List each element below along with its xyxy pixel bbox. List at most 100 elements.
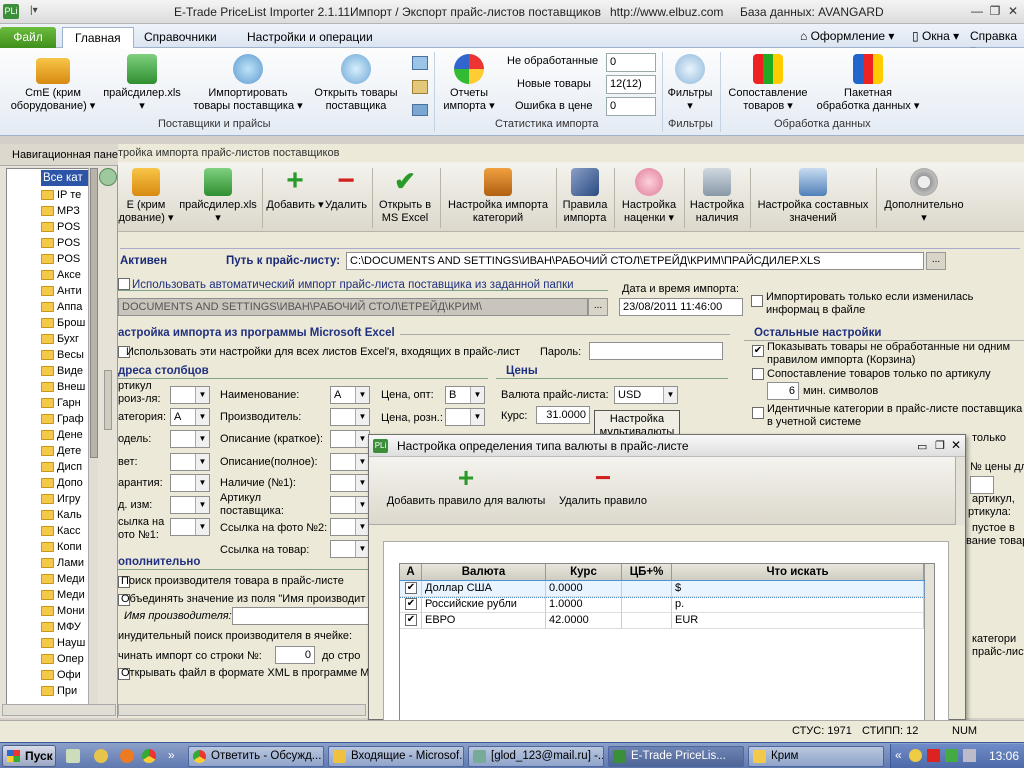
dialog-close-button[interactable]: ✕ bbox=[951, 438, 961, 452]
tab-settings[interactable]: Настройки и операции bbox=[235, 27, 385, 48]
tree-item[interactable]: Аппа bbox=[41, 299, 82, 315]
maximize-button[interactable]: ❐ bbox=[986, 3, 1004, 20]
path-input[interactable]: C:\DOCUMENTS AND SETTINGS\ИВАН\РАБОЧИЙ С… bbox=[346, 252, 924, 270]
dialog-maximize-button[interactable]: ❐ bbox=[935, 439, 945, 452]
import-rules-button[interactable]: Правила импорта bbox=[558, 164, 612, 225]
tree-item[interactable]: Мони bbox=[41, 603, 85, 619]
show-unprocessed-checkbox[interactable]: ✔ bbox=[752, 345, 764, 357]
photo1-combo[interactable]: ▼ bbox=[170, 518, 210, 536]
producer-combo[interactable]: ▼ bbox=[330, 408, 370, 426]
tree-item[interactable]: МФУ bbox=[41, 619, 81, 635]
tree-item[interactable]: Лами bbox=[41, 555, 84, 571]
price-retail-combo[interactable]: ▼ bbox=[445, 408, 485, 426]
tree-item[interactable]: Граф bbox=[41, 411, 84, 427]
tree-item[interactable]: Допо bbox=[41, 475, 83, 491]
quick-access-dropdown-icon[interactable]: |▾ bbox=[30, 5, 38, 16]
tab-main[interactable]: Главная bbox=[62, 27, 134, 48]
style-menu[interactable]: ⌂ Оформление ▾ bbox=[800, 29, 894, 43]
col-header-rate[interactable]: Курс bbox=[546, 564, 622, 581]
close-button[interactable]: ✕ bbox=[1004, 3, 1022, 20]
edit-small-icon[interactable] bbox=[412, 80, 428, 94]
tree-item[interactable]: Каль bbox=[41, 507, 82, 523]
import-goods-button[interactable]: Импортировать товары поставщика ▾ bbox=[192, 54, 304, 113]
rate-input[interactable]: 31.0000 bbox=[536, 406, 590, 424]
table-cell-checked[interactable]: ✔ bbox=[400, 613, 422, 629]
tree-item[interactable]: Бухг bbox=[41, 331, 79, 347]
tree-item[interactable]: Дисп bbox=[41, 459, 82, 475]
task-etrade[interactable]: E-Trade PriceLis... bbox=[608, 746, 744, 767]
dialog-toolbar-scrollbar[interactable] bbox=[955, 457, 965, 525]
add-button[interactable]: + Добавить ▾ bbox=[266, 164, 324, 212]
tree-scrollbar-thumb[interactable] bbox=[90, 168, 98, 458]
tree-item[interactable]: Виде bbox=[41, 363, 83, 379]
tree-item[interactable]: Анти bbox=[41, 283, 82, 299]
start-row-input[interactable]: 0 bbox=[275, 646, 315, 664]
pricelist-button[interactable]: прайсдилер.xls ▾ bbox=[100, 54, 184, 113]
short-desc-combo[interactable]: ▼ bbox=[330, 430, 370, 448]
tree-item[interactable]: Меди bbox=[41, 587, 85, 603]
browse-path-button[interactable]: ... bbox=[926, 252, 946, 270]
tree-item[interactable]: Копи bbox=[41, 539, 82, 555]
price-opt-combo[interactable]: B ▼ bbox=[445, 386, 485, 404]
full-desc-combo[interactable]: ▼ bbox=[330, 453, 370, 471]
col-header-active[interactable]: A bbox=[400, 564, 422, 581]
tree-item[interactable]: Опер bbox=[41, 651, 84, 667]
availability-settings-button[interactable]: Настройка наличия bbox=[686, 164, 748, 225]
task-mail[interactable]: [glod_123@mail.ru] -... bbox=[468, 746, 604, 767]
grid-small-icon[interactable] bbox=[412, 104, 428, 116]
product-link-combo[interactable]: ▼ bbox=[330, 540, 370, 558]
tree-hscrollbar[interactable] bbox=[2, 704, 116, 716]
list-small-icon[interactable] bbox=[412, 56, 428, 70]
additional-button[interactable]: Дополнительно ▾ bbox=[878, 164, 970, 225]
col-header-cb[interactable]: ЦБ+% bbox=[622, 564, 672, 581]
open-excel-button[interactable]: ✔ Открыть в MS Excel bbox=[374, 164, 436, 225]
tree-item[interactable]: Дете bbox=[41, 443, 81, 459]
tree-item[interactable]: Касс bbox=[41, 523, 81, 539]
availability1-combo[interactable]: ▼ bbox=[330, 474, 370, 492]
tb-pricelist-button[interactable]: прайсдилер.xls ▾ bbox=[176, 164, 260, 225]
table-row[interactable]: ✔ Российские рубли 1.0000 р. bbox=[400, 597, 924, 613]
add-rule-button[interactable]: + Добавить правило для валюты bbox=[381, 464, 551, 508]
delete-button[interactable]: − Удалить bbox=[322, 164, 370, 212]
task-reply[interactable]: Ответить - Обсужд... bbox=[188, 746, 324, 767]
delete-rule-button[interactable]: − Удалить правило bbox=[557, 464, 649, 508]
name-combo[interactable]: A ▼ bbox=[330, 386, 370, 404]
row-active-checkbox[interactable]: ✔ bbox=[405, 598, 417, 610]
supplier-article-combo[interactable]: ▼ bbox=[330, 496, 370, 514]
tree-item[interactable]: Игру bbox=[41, 491, 80, 507]
firefox-icon[interactable] bbox=[120, 749, 134, 763]
tray-icon[interactable] bbox=[945, 749, 958, 762]
table-cell-checked[interactable]: ✔ bbox=[400, 581, 422, 597]
auto-folder-input[interactable]: DOCUMENTS AND SETTINGS\ИВАН\РАБОЧИЙ СТОЛ… bbox=[118, 298, 588, 316]
reports-button[interactable]: Отчеты импорта ▾ bbox=[438, 54, 500, 113]
currency-combo[interactable]: USD ▼ bbox=[614, 386, 678, 404]
col-header-currency[interactable]: Валюта bbox=[422, 564, 546, 581]
tb-supplier-button[interactable]: Е (крим дование) ▾ bbox=[118, 164, 174, 225]
col-header-search[interactable]: Что искать bbox=[672, 564, 924, 581]
partial-input[interactable] bbox=[970, 476, 994, 494]
form-hscrollbar[interactable] bbox=[118, 704, 366, 716]
tree-item[interactable]: Брош bbox=[41, 315, 85, 331]
tree-item[interactable]: Весы bbox=[41, 347, 84, 363]
photo2-combo[interactable]: ▼ bbox=[330, 518, 370, 536]
task-folder[interactable]: Крим bbox=[748, 746, 884, 767]
model-combo[interactable]: ▼ bbox=[170, 430, 210, 448]
batch-processing-button[interactable]: Пакетная обработка данных ▾ bbox=[812, 54, 924, 113]
tree-item[interactable]: Дене bbox=[41, 427, 83, 443]
markup-settings-button[interactable]: Настройка наценки ▾ bbox=[616, 164, 682, 225]
tree-item[interactable]: POS bbox=[41, 235, 80, 251]
minimize-button[interactable]: — bbox=[968, 3, 986, 20]
tree-root-item[interactable]: Все кат bbox=[41, 170, 91, 186]
supplier-button[interactable]: CmE (крим оборудование) ▾ bbox=[10, 54, 96, 113]
row-active-checkbox[interactable]: ✔ bbox=[405, 614, 417, 626]
category-combo[interactable]: A ▼ bbox=[170, 408, 210, 426]
filters-button[interactable]: Фильтры ▾ bbox=[664, 54, 716, 113]
tree-item[interactable]: Внеш bbox=[41, 379, 85, 395]
tree-item[interactable]: Офи bbox=[41, 667, 81, 683]
start-button[interactable]: Пуск bbox=[2, 745, 56, 767]
color-combo[interactable]: ▼ bbox=[170, 453, 210, 471]
chrome-icon[interactable] bbox=[142, 749, 156, 763]
article-combo[interactable]: ▼ bbox=[170, 386, 210, 404]
tab-references[interactable]: Справочники bbox=[132, 27, 229, 48]
match-by-article-checkbox[interactable] bbox=[752, 368, 764, 380]
